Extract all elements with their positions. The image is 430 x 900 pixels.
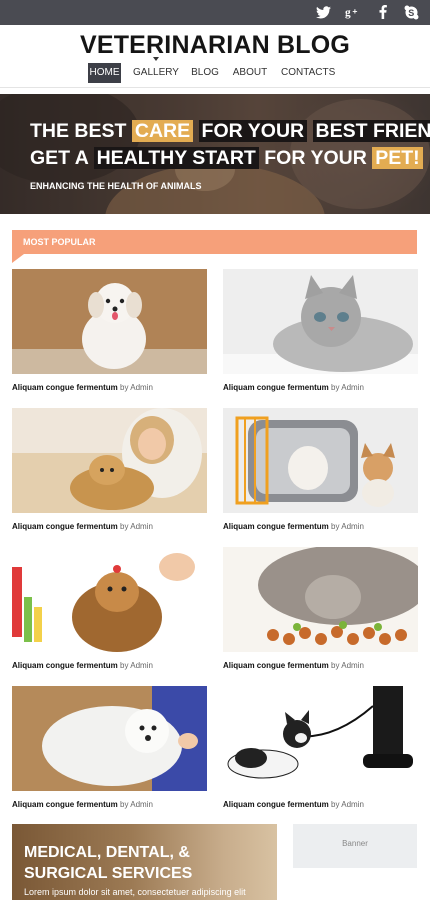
hero-text: FOR YOUR [264, 147, 367, 169]
nav-about[interactable]: ABOUT [232, 63, 268, 83]
site-title[interactable]: VETERINARIAN BLOG [0, 31, 430, 60]
hero-headline-2: GET A HEALTHY START FOR YOUR PET! [30, 147, 423, 170]
post-card[interactable]: Aliquam congue fermentum by Admin [12, 269, 207, 392]
post-caption: Aliquam congue fermentum by Admin [223, 661, 364, 670]
nav-gallery[interactable]: GALLERY [133, 57, 179, 83]
header-divider [0, 87, 430, 88]
post-card[interactable]: Aliquam congue fermentum by Admin [223, 547, 418, 670]
post-title[interactable]: Aliquam congue fermentum [223, 661, 329, 670]
post-by: by [120, 661, 129, 670]
google-plus-icon[interactable]: g + [344, 3, 362, 21]
post-by: by [120, 383, 129, 392]
hero-highlight: FOR YOUR [198, 120, 308, 142]
post-card[interactable]: Aliquam congue fermentum by Admin [12, 547, 207, 670]
social-bar: g + S [0, 0, 430, 25]
hero-highlight: BEST FRIEND! [312, 120, 430, 142]
woman-with-golden-retriever-photo[interactable] [12, 408, 207, 513]
post-author[interactable]: Admin [130, 383, 153, 392]
nav-contacts[interactable]: CONTACTS [281, 63, 335, 83]
boston-terrier-on-leash-photo[interactable] [223, 686, 418, 791]
white-puppy-photo[interactable] [12, 269, 207, 374]
promo-title: MEDICAL, DENTAL, & SURGICAL SERVICES [24, 844, 193, 882]
post-author[interactable]: Admin [130, 661, 153, 670]
cat-eating-food-photo[interactable] [223, 547, 418, 652]
post-by: by [331, 800, 340, 809]
white-terrier-grooming-photo[interactable] [12, 686, 207, 791]
svg-text:S: S [408, 7, 414, 17]
post-author[interactable]: Admin [341, 383, 364, 392]
nav-gallery-label: GALLERY [133, 67, 179, 78]
main-nav: HOME GALLERY BLOG ABOUT CONTACTS [0, 57, 430, 85]
site-header: VETERINARIAN BLOG HOME GALLERY BLOG ABOU… [0, 25, 430, 88]
hero-highlight: CARE [131, 120, 194, 142]
hero-banner: THE BEST CARE FOR YOUR BEST FRIEND! GET … [0, 94, 430, 214]
post-title[interactable]: Aliquam congue fermentum [223, 800, 329, 809]
svg-text:+: + [352, 6, 357, 16]
ad-banner[interactable]: Banner [293, 824, 417, 868]
cat-carrier-and-chihuahua-photo[interactable] [223, 408, 418, 513]
facebook-icon[interactable] [374, 3, 392, 21]
post-by: by [331, 661, 340, 670]
hero-subtitle: ENHANCING THE HEALTH OF ANIMALS [30, 181, 202, 191]
post-by: by [331, 383, 340, 392]
twitter-icon[interactable] [314, 3, 332, 21]
post-by: by [120, 800, 129, 809]
post-by: by [331, 522, 340, 531]
post-caption: Aliquam congue fermentum by Admin [12, 800, 153, 809]
banner-label: Banner [342, 839, 368, 848]
skype-icon[interactable]: S [402, 3, 420, 21]
services-promo[interactable]: MEDICAL, DENTAL, & SURGICAL SERVICES Lor… [12, 824, 277, 900]
nav-blog[interactable]: BLOG [190, 63, 220, 83]
hero-highlight: HEALTHY START [93, 147, 259, 169]
dropdown-caret-icon [153, 57, 159, 61]
post-caption: Aliquam congue fermentum by Admin [223, 522, 364, 531]
most-popular-tail [12, 254, 24, 263]
post-card[interactable]: Aliquam congue fermentum by Admin [223, 269, 418, 392]
most-popular-label: MOST POPULAR [23, 237, 96, 247]
hero-text: THE BEST [30, 120, 127, 142]
most-popular-header: MOST POPULAR [12, 230, 417, 254]
post-title[interactable]: Aliquam congue fermentum [12, 383, 118, 392]
post-title[interactable]: Aliquam congue fermentum [12, 800, 118, 809]
post-title[interactable]: Aliquam congue fermentum [12, 661, 118, 670]
post-author[interactable]: Admin [130, 800, 153, 809]
post-caption: Aliquam congue fermentum by Admin [12, 522, 153, 531]
hero-text: GET A [30, 147, 89, 169]
promo-text: Lorem ipsum dolor sit amet, consectetuer… [24, 887, 246, 897]
post-title[interactable]: Aliquam congue fermentum [223, 522, 329, 531]
post-title[interactable]: Aliquam congue fermentum [223, 383, 329, 392]
post-caption: Aliquam congue fermentum by Admin [12, 383, 153, 392]
post-caption: Aliquam congue fermentum by Admin [12, 661, 153, 670]
post-author[interactable]: Admin [341, 800, 364, 809]
post-card[interactable]: Aliquam congue fermentum by Admin [12, 686, 207, 809]
post-caption: Aliquam congue fermentum by Admin [223, 800, 364, 809]
post-author[interactable]: Admin [341, 522, 364, 531]
hero-headline-1: THE BEST CARE FOR YOUR BEST FRIEND! [30, 120, 430, 143]
post-author[interactable]: Admin [341, 661, 364, 670]
post-caption: Aliquam congue fermentum by Admin [223, 383, 364, 392]
yorkshire-terrier-grooming-photo[interactable] [12, 547, 207, 652]
post-by: by [120, 522, 129, 531]
post-card[interactable]: Aliquam congue fermentum by Admin [223, 408, 418, 531]
nav-home[interactable]: HOME [88, 63, 121, 83]
post-author[interactable]: Admin [130, 522, 153, 531]
post-card[interactable]: Aliquam congue fermentum by Admin [223, 686, 418, 809]
post-card[interactable]: Aliquam congue fermentum by Admin [12, 408, 207, 531]
svg-text:g: g [345, 7, 351, 19]
hero-highlight: PET! [372, 147, 423, 169]
grey-kitten-photo[interactable] [223, 269, 418, 374]
post-title[interactable]: Aliquam congue fermentum [12, 522, 118, 531]
